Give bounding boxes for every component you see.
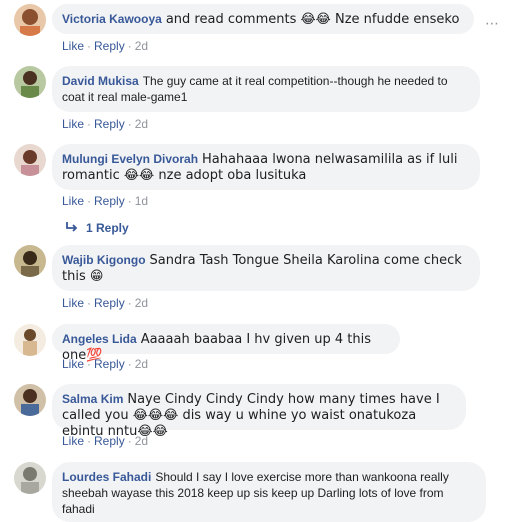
comment-bubble: Mulungi Evelyn Divorah Hahahaaa lwona nel… [52, 144, 480, 190]
comment: Angeles Lida Aaaaah baabaa I hv given up … [14, 324, 504, 374]
comment-author[interactable]: Angeles Lida [62, 332, 137, 346]
reply-arrow-icon [66, 221, 78, 235]
comments-feed: Victoria Kawooya and read comments 😂😂 Nze… [0, 0, 508, 522]
avatar[interactable] [14, 66, 46, 98]
avatar[interactable] [14, 144, 46, 176]
comment-actions: Like · Reply · 1d [62, 194, 149, 208]
more-options-icon[interactable]: ⋯ [482, 16, 502, 30]
comment-author[interactable]: Wajib Kigongo [62, 253, 146, 267]
comment: Victoria Kawooya and read comments 😂😂 Nze… [14, 4, 504, 54]
comment-author[interactable]: Lourdes Fahadi [62, 470, 151, 484]
like-link[interactable]: Like [62, 39, 84, 53]
like-link[interactable]: Like [62, 434, 84, 448]
comment-bubble: David Mukisa The guy came at it real comp… [52, 66, 480, 112]
comment-timestamp[interactable]: 2d [135, 357, 148, 371]
comment-actions: Like · Reply · 2d [62, 357, 149, 371]
comment-actions: Like · Reply · 2d [62, 296, 149, 310]
avatar[interactable] [14, 462, 46, 494]
comment-actions: Like · Reply · 2d [62, 39, 149, 53]
comment-timestamp[interactable]: 2d [135, 434, 148, 448]
avatar[interactable] [14, 4, 46, 36]
like-link[interactable]: Like [62, 296, 84, 310]
comment: Wajib Kigongo Sandra Tash Tongue Sheila K… [14, 245, 504, 311]
comment-author[interactable]: Mulungi Evelyn Divorah [62, 152, 198, 166]
reply-link[interactable]: Reply [94, 39, 125, 53]
like-link[interactable]: Like [62, 194, 84, 208]
reply-link[interactable]: Reply [94, 117, 125, 131]
comment: Lourdes Fahadi Should I say I love exerci… [14, 462, 504, 522]
comment-author[interactable]: David Mukisa [62, 74, 139, 88]
avatar[interactable] [14, 384, 46, 416]
view-replies-link[interactable]: 1 Reply [66, 221, 129, 235]
comment-bubble: Angeles Lida Aaaaah baabaa I hv given up … [52, 324, 400, 363]
replies-count[interactable]: 1 Reply [86, 221, 129, 235]
comment-bubble: Wajib Kigongo Sandra Tash Tongue Sheila K… [52, 245, 480, 291]
comment-timestamp[interactable]: 2d [135, 296, 148, 310]
comment-text: and read comments 😂😂 Nze nfudde enseko [165, 12, 460, 27]
comment-author[interactable]: Salma Kim [62, 392, 123, 406]
reply-link[interactable]: Reply [94, 434, 125, 448]
comment: David Mukisa The guy came at it real comp… [14, 66, 504, 132]
comment: Mulungi Evelyn Divorah Hahahaaa lwona nel… [14, 144, 504, 210]
reply-link[interactable]: Reply [94, 357, 125, 371]
reply-link[interactable]: Reply [94, 194, 125, 208]
comment-actions: Like · Reply · 2d [62, 117, 149, 131]
comment-author[interactable]: Victoria Kawooya [62, 12, 162, 26]
avatar[interactable] [14, 324, 46, 356]
comment-bubble: Victoria Kawooya and read comments 😂😂 Nze… [52, 4, 474, 34]
like-link[interactable]: Like [62, 357, 84, 371]
reply-link[interactable]: Reply [94, 296, 125, 310]
comment-timestamp[interactable]: 2d [135, 39, 148, 53]
comment-timestamp[interactable]: 2d [135, 117, 148, 131]
comment-actions: Like · Reply · 2d [62, 434, 149, 448]
comment: Salma Kim Naye Cindy Cindy Cindy how many… [14, 384, 504, 450]
comment-bubble: Lourdes Fahadi Should I say I love exerci… [52, 462, 486, 522]
comment-timestamp[interactable]: 1d [135, 194, 148, 208]
avatar[interactable] [14, 245, 46, 277]
like-link[interactable]: Like [62, 117, 84, 131]
comment-bubble: Salma Kim Naye Cindy Cindy Cindy how many… [52, 384, 466, 439]
